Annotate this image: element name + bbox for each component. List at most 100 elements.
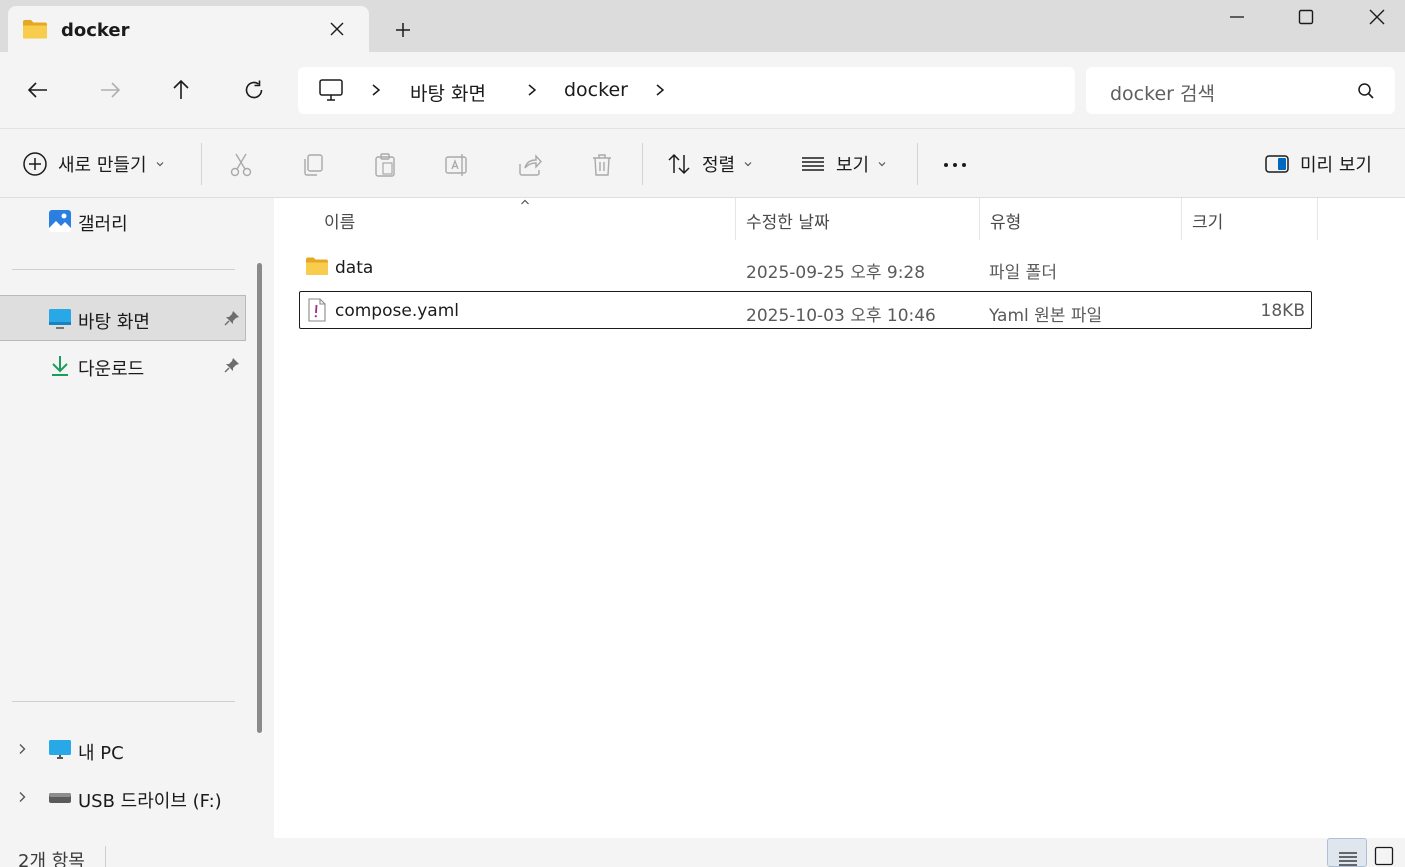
status-bar: 2개 항목 (0, 838, 1405, 867)
chevron-right-icon[interactable] (16, 743, 28, 755)
view-label: 보기 (836, 155, 870, 176)
paste-icon[interactable] (372, 152, 398, 178)
view-button[interactable]: 보기 (800, 129, 887, 199)
new-button[interactable]: 새로 만들기 (22, 129, 165, 199)
sidebar-divider (12, 269, 235, 270)
column-header-row: 이름 수정한 날짜 유형 크기 (274, 198, 1405, 240)
preview-pane-icon (1264, 151, 1290, 177)
column-name[interactable]: 이름 (324, 208, 355, 233)
sidebar-item-downloads[interactable]: 다운로드 (0, 343, 246, 389)
file-size: 18KB (1260, 301, 1305, 321)
gallery-icon (48, 209, 72, 233)
column-divider[interactable] (1317, 198, 1318, 240)
item-count: 2개 항목 (18, 851, 85, 867)
file-modified: 2025-09-25 오후 9:28 (746, 263, 926, 283)
column-modified[interactable]: 수정한 날짜 (746, 208, 830, 233)
delete-icon[interactable] (589, 152, 615, 178)
preview-label: 미리 보기 (1300, 155, 1372, 176)
sort-ascending-icon (520, 198, 530, 206)
sidebar-item-label: 다운로드 (78, 359, 145, 380)
tab-docker[interactable]: docker (8, 6, 369, 52)
sidebar-scrollbar-thumb[interactable] (257, 263, 262, 733)
folder-icon (22, 18, 48, 40)
chevron-down-icon (743, 159, 753, 169)
folder-icon (305, 256, 329, 276)
copy-icon[interactable] (300, 152, 326, 178)
maximize-icon[interactable] (1283, 6, 1329, 30)
refresh-icon[interactable] (242, 78, 266, 102)
cut-icon[interactable] (228, 152, 254, 178)
sort-icon (666, 151, 692, 177)
usb-drive-icon (48, 791, 72, 805)
search-placeholder: docker 검색 (1110, 83, 1215, 105)
forward-arrow-icon[interactable] (98, 78, 122, 102)
share-icon[interactable] (517, 152, 543, 178)
file-name: compose.yaml (335, 301, 459, 321)
sidebar-item-label: 내 PC (78, 743, 124, 764)
sidebar-item-label: 바탕 화면 (78, 312, 150, 333)
close-window-icon[interactable] (1354, 6, 1400, 30)
command-bar: 새로 만들기 정렬 보기 미리 보기 (0, 128, 1405, 198)
column-size[interactable]: 크기 (1192, 208, 1223, 233)
minimize-icon[interactable] (1214, 6, 1260, 30)
search-icon[interactable] (1357, 82, 1375, 100)
address-bar[interactable]: 바탕 화면 docker (298, 67, 1075, 114)
toolbar-divider (917, 143, 918, 185)
download-icon (48, 354, 72, 378)
chevron-right-icon[interactable] (369, 83, 383, 97)
sidebar-item-desktop[interactable]: 바탕 화면 (0, 295, 246, 341)
toolbar-divider (201, 143, 202, 185)
sidebar-divider (12, 701, 235, 702)
tiles-view-icon[interactable] (1374, 846, 1394, 866)
navigation-bar: 바탕 화면 docker docker 검색 (0, 52, 1405, 128)
yaml-file-icon (306, 298, 328, 322)
preview-pane-button[interactable]: 미리 보기 (1264, 129, 1372, 199)
column-divider[interactable] (735, 198, 736, 240)
new-button-label: 새로 만들기 (58, 155, 147, 176)
table-row-selected[interactable]: compose.yaml 2025-10-03 오후 10:46 Yaml 원본… (299, 291, 1312, 329)
sidebar-item-label: 갤러리 (78, 214, 128, 235)
file-modified: 2025-10-03 오후 10:46 (746, 306, 936, 326)
status-divider (105, 846, 106, 867)
toolbar-divider (642, 143, 643, 185)
plus-circle-icon (22, 151, 48, 177)
pin-icon[interactable] (224, 310, 240, 326)
sort-button[interactable]: 정렬 (666, 129, 753, 199)
back-arrow-icon[interactable] (26, 78, 50, 102)
file-type: 파일 폴더 (989, 263, 1057, 283)
tab-title: docker (61, 20, 130, 41)
pc-icon[interactable] (318, 78, 344, 102)
sidebar-item-gallery[interactable]: 갤러리 (0, 198, 246, 244)
details-view-button[interactable] (1327, 838, 1367, 867)
new-tab-icon[interactable] (393, 20, 413, 40)
chevron-down-icon (155, 159, 165, 169)
file-list: 이름 수정한 날짜 유형 크기 data 2025-09-25 오후 9:28 … (274, 198, 1405, 838)
table-row[interactable]: data 2025-09-25 오후 9:28 파일 폴더 (299, 249, 1312, 287)
rename-icon[interactable] (444, 152, 470, 178)
column-divider[interactable] (979, 198, 980, 240)
pin-icon[interactable] (224, 357, 240, 373)
file-type: Yaml 원본 파일 (989, 306, 1103, 326)
column-divider[interactable] (1181, 198, 1182, 240)
breadcrumb-desktop[interactable]: 바탕 화면 (410, 79, 486, 106)
breadcrumb-docker[interactable]: docker (564, 79, 628, 101)
up-arrow-icon[interactable] (169, 78, 193, 102)
title-bar: docker (0, 0, 1405, 52)
list-view-icon (800, 151, 826, 177)
chevron-right-icon[interactable] (653, 83, 667, 97)
chevron-down-icon (877, 159, 887, 169)
more-options-icon[interactable] (942, 152, 968, 178)
chevron-right-icon[interactable] (16, 791, 28, 803)
pc-icon (48, 738, 72, 760)
sidebar-item-usb-drive[interactable]: USB 드라이브 (F:) (0, 775, 246, 821)
sidebar-item-label: USB 드라이브 (F:) (78, 791, 222, 812)
sidebar-item-this-pc[interactable]: 내 PC (0, 727, 246, 773)
column-type[interactable]: 유형 (990, 208, 1021, 233)
navigation-pane: 갤러리 바탕 화면 다운로드 내 PC USB 드라이브 (F:) (0, 198, 246, 838)
file-name: data (335, 258, 374, 278)
search-input[interactable]: docker 검색 (1086, 67, 1395, 114)
chevron-right-icon[interactable] (525, 83, 539, 97)
close-tab-icon[interactable] (328, 20, 346, 38)
sort-label: 정렬 (702, 155, 736, 176)
desktop-icon (48, 307, 72, 329)
